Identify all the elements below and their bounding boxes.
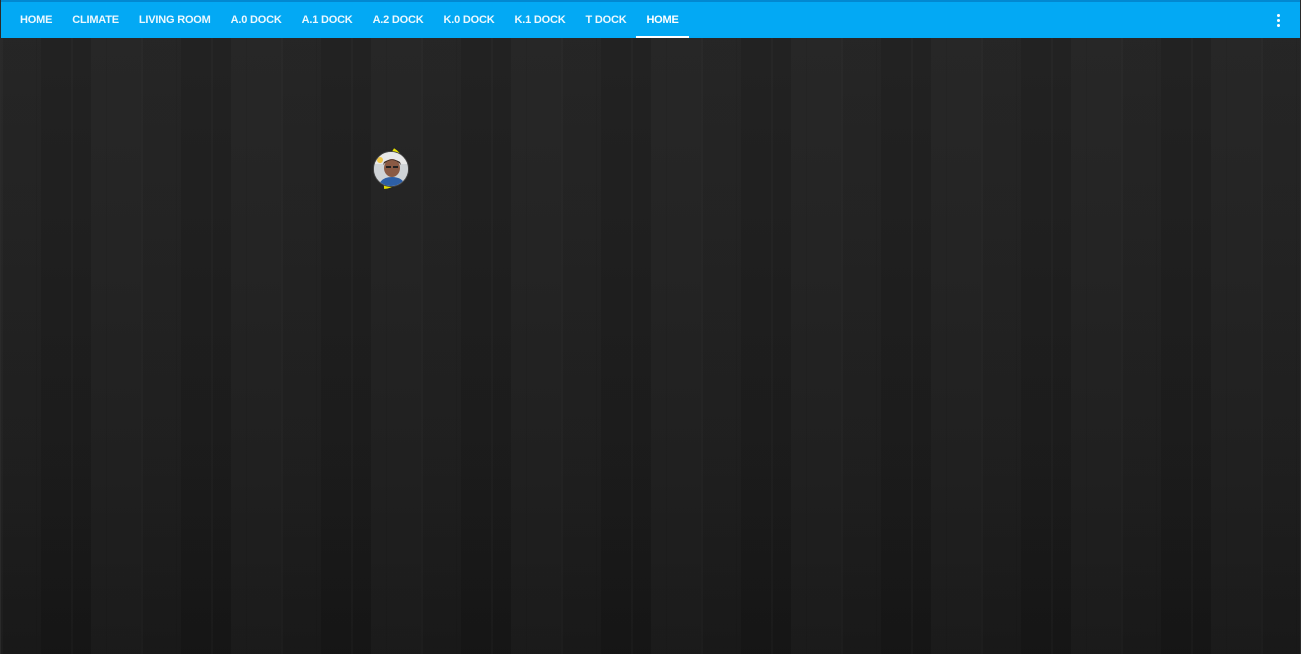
tab-a1-dock[interactable]: A.1 DOCK [292,2,363,38]
menu-dot [1276,23,1280,27]
tab-k1-dock[interactable]: K.1 DOCK [505,2,576,38]
person-badge[interactable] [371,147,415,193]
tab-label: T DOCK [585,14,627,26]
tab-label: K.0 DOCK [443,14,495,26]
menu-dot [1276,18,1280,22]
menu-dot [1276,13,1280,17]
view-tabs: HOME CLIMATE LIVING ROOM A.0 DOCK A.1 DO… [1,2,689,38]
more-vertical-icon[interactable] [1270,11,1286,29]
tab-label: HOME [646,14,679,26]
tab-k0-dock[interactable]: K.0 DOCK [434,2,505,38]
tab-label: A.2 DOCK [372,14,424,26]
tab-a2-dock[interactable]: A.2 DOCK [363,2,434,38]
tab-label: LIVING ROOM [138,14,211,26]
tab-home-active[interactable]: HOME [636,2,689,38]
dashboard-view [1,38,1300,654]
app-frame: HOME CLIMATE LIVING ROOM A.0 DOCK A.1 DO… [0,0,1301,654]
tab-label: A.0 DOCK [230,14,282,26]
tab-label: CLIMATE [72,14,119,26]
top-app-bar: HOME CLIMATE LIVING ROOM A.0 DOCK A.1 DO… [1,0,1300,38]
tab-t-dock[interactable]: T DOCK [575,2,636,38]
person-avatar-icon [373,151,409,187]
tab-climate[interactable]: CLIMATE [62,2,129,38]
tab-label: K.1 DOCK [514,14,566,26]
tab-label: HOME [20,14,53,26]
tab-living-room[interactable]: LIVING ROOM [129,2,221,38]
tab-a0-dock[interactable]: A.0 DOCK [221,2,292,38]
tab-label: A.1 DOCK [301,14,353,26]
tab-home[interactable]: HOME [10,2,62,38]
